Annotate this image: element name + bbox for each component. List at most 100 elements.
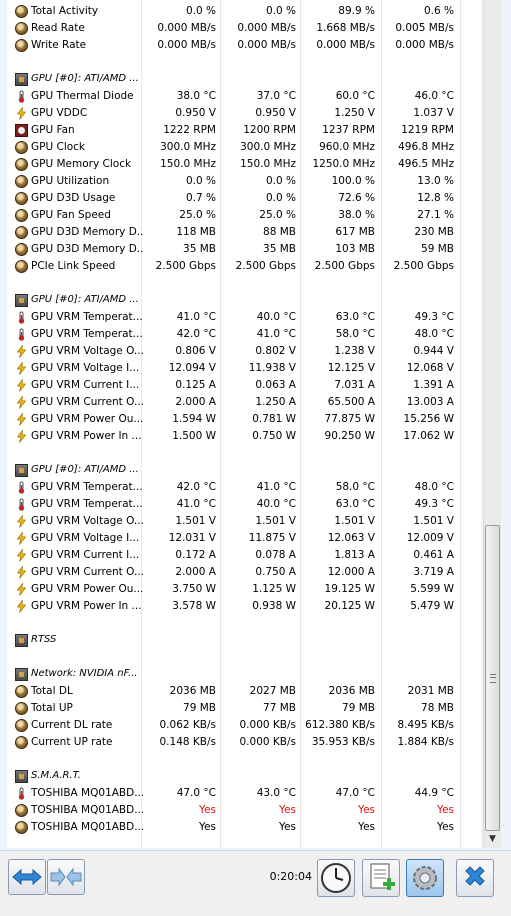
sensor-name: GPU VDDC bbox=[31, 107, 88, 119]
sensor-value: 1.668 MB/s bbox=[316, 22, 375, 34]
sensor-row[interactable]: GPU VRM Voltage O... 0.806 V 0.802 V 1.238 … bbox=[7, 343, 481, 360]
thermometer-icon bbox=[15, 311, 28, 324]
lightning-icon bbox=[15, 565, 28, 579]
sensor-row[interactable]: TOSHIBA MQ01ABD... Yes Yes Yes Yes bbox=[7, 819, 481, 836]
close-button[interactable] bbox=[456, 859, 494, 897]
sensor-row[interactable]: GPU Fan Speed 25.0 % 25.0 % 38.0 % 27.1 % bbox=[7, 207, 481, 224]
lightning-icon bbox=[15, 548, 28, 562]
sensor-list[interactable]: Total Activity 0.0 % 0.0 % 89.9 % 0.6 % Read … bbox=[7, 0, 481, 848]
close-icon bbox=[465, 866, 485, 886]
sensor-value: 1.125 W bbox=[252, 583, 296, 595]
sensor-row[interactable]: Current DL rate 0.062 KB/s 0.000 KB/s 612.3… bbox=[7, 717, 481, 734]
sensor-group-header[interactable]: GPU [#0]: ATI/AMD ... bbox=[7, 462, 481, 479]
sensor-row[interactable]: GPU VRM Temperat... 42.0 °C 41.0 °C 58.0 °C… bbox=[7, 479, 481, 496]
sensor-disc-icon bbox=[15, 22, 28, 35]
sensor-value: 44.9 °C bbox=[414, 787, 454, 799]
lightning-icon bbox=[15, 582, 28, 596]
sensor-name: Write Rate bbox=[31, 39, 87, 51]
sensor-row[interactable]: GPU VRM Temperat... 42.0 °C 41.0 °C 58.0 °C… bbox=[7, 326, 481, 343]
sensor-row[interactable]: TOSHIBA MQ01ABD... 47.0 °C 43.0 °C 47.0 °C 4… bbox=[7, 785, 481, 802]
sensor-row[interactable]: PCIe Link Speed 2.500 Gbps 2.500 Gbps 2.500… bbox=[7, 258, 481, 275]
sensor-value: 300.0 MHz bbox=[240, 141, 296, 153]
sensor-value: 0.062 KB/s bbox=[159, 719, 217, 731]
sensor-group-header[interactable]: RTSS bbox=[7, 632, 481, 649]
sensor-row[interactable]: GPU Thermal Diode 38.0 °C 37.0 °C 60.0 °C 46… bbox=[7, 88, 481, 105]
sensor-group-header[interactable]: Network: NVIDIA nF... bbox=[7, 666, 481, 683]
elapsed-timer: 0:20:04 bbox=[269, 870, 312, 883]
sensor-row[interactable]: GPU Fan 1222 RPM 1200 RPM 1237 RPM 1219 RPM bbox=[7, 122, 481, 139]
sensor-value: Yes bbox=[437, 804, 454, 816]
sensor-name: GPU VRM Voltage I... bbox=[31, 532, 140, 544]
scroll-down-arrow-icon[interactable]: ▼ bbox=[485, 832, 500, 847]
sensor-name: GPU VRM Power Ou... bbox=[31, 413, 143, 425]
sensor-row[interactable]: GPU VRM Power Ou... 1.594 W 0.781 W 77.875 … bbox=[7, 411, 481, 428]
sensor-row[interactable]: GPU VRM Power In ... 3.578 W 0.938 W 20.125… bbox=[7, 598, 481, 615]
sensor-row[interactable]: GPU VRM Power In ... 1.500 W 0.750 W 90.250… bbox=[7, 428, 481, 445]
sensor-row[interactable]: Current UP rate 0.148 KB/s 0.000 KB/s 35.95… bbox=[7, 734, 481, 751]
sensor-value: 1.250 A bbox=[255, 396, 296, 408]
sensor-row[interactable]: GPU D3D Memory D... 118 MB 88 MB 617 MB 230 … bbox=[7, 224, 481, 241]
sensor-value: Yes bbox=[358, 821, 375, 833]
sensor-row[interactable]: GPU Memory Clock 150.0 MHz 150.0 MHz 1250.0… bbox=[7, 156, 481, 173]
sensor-value: 20.125 W bbox=[324, 600, 375, 612]
sensor-value: 1.501 V bbox=[413, 515, 454, 527]
sensor-row[interactable]: GPU VRM Power Ou... 3.750 W 1.125 W 19.125 … bbox=[7, 581, 481, 598]
sensor-name: GPU Thermal Diode bbox=[31, 90, 134, 102]
sensor-name: PCIe Link Speed bbox=[31, 260, 116, 272]
sensor-row[interactable]: GPU VRM Voltage O... 1.501 V 1.501 V 1.501 … bbox=[7, 513, 481, 530]
vertical-scrollbar[interactable]: ▼ bbox=[483, 0, 501, 848]
sensor-group-header[interactable]: GPU [#0]: ATI/AMD ... bbox=[7, 292, 481, 309]
sensor-value: 41.0 °C bbox=[256, 328, 296, 340]
sensor-row[interactable]: Total Activity 0.0 % 0.0 % 89.9 % 0.6 % bbox=[7, 3, 481, 20]
sensor-value: 0.950 V bbox=[255, 107, 296, 119]
sensor-row[interactable]: GPU D3D Usage 0.7 % 0.0 % 72.6 % 12.8 % bbox=[7, 190, 481, 207]
sensor-value: 2.500 Gbps bbox=[155, 260, 216, 272]
sensor-value: 12.063 V bbox=[327, 532, 375, 544]
sensor-group-header[interactable]: GPU [#0]: ATI/AMD ... bbox=[7, 71, 481, 88]
sensor-disc-icon bbox=[15, 141, 28, 154]
scrollbar-thumb[interactable] bbox=[485, 525, 500, 831]
sensor-group-header[interactable]: S.M.A.R.T. bbox=[7, 768, 481, 785]
thermometer-icon bbox=[15, 787, 28, 800]
sensor-row[interactable]: GPU VRM Current I... 0.172 A 0.078 A 1.813 … bbox=[7, 547, 481, 564]
sensor-row[interactable]: Read Rate 0.000 MB/s 0.000 MB/s 1.668 MB/s 0… bbox=[7, 20, 481, 37]
sensor-value: 8.495 KB/s bbox=[397, 719, 455, 731]
sensor-row[interactable]: GPU VRM Current O... 2.000 A 0.750 A 12.000… bbox=[7, 564, 481, 581]
settings-button[interactable] bbox=[406, 859, 444, 897]
sensor-row[interactable]: Total UP 79 MB 77 MB 79 MB 78 MB bbox=[7, 700, 481, 717]
sensor-disc-icon bbox=[15, 243, 28, 256]
collapse-columns-button[interactable] bbox=[47, 859, 85, 895]
sensor-name: GPU VRM Voltage I... bbox=[31, 362, 140, 374]
sensor-row[interactable]: Write Rate 0.000 MB/s 0.000 MB/s 0.000 MB/s… bbox=[7, 37, 481, 54]
reset-timer-button[interactable] bbox=[317, 859, 355, 897]
sensor-row[interactable]: TOSHIBA MQ01ABD... Yes Yes Yes Yes bbox=[7, 802, 481, 819]
sensor-value: 0.750 W bbox=[252, 430, 296, 442]
sensor-row[interactable]: GPU VDDC 0.950 V 0.950 V 1.250 V 1.037 V bbox=[7, 105, 481, 122]
sensor-name: GPU D3D Memory D... bbox=[31, 243, 143, 255]
sensor-row[interactable]: GPU VRM Voltage I... 12.031 V 11.875 V 12.0… bbox=[7, 530, 481, 547]
group-label: Network: NVIDIA nF... bbox=[31, 668, 138, 679]
sensor-name: GPU VRM Power In ... bbox=[31, 600, 142, 612]
sensor-row[interactable]: GPU VRM Temperat... 41.0 °C 40.0 °C 63.0 °C… bbox=[7, 496, 481, 513]
sensor-row[interactable]: GPU Clock 300.0 MHz 300.0 MHz 960.0 MHz 496.… bbox=[7, 139, 481, 156]
sensor-value: 0.938 W bbox=[252, 600, 296, 612]
sensor-value: 103 MB bbox=[335, 243, 375, 255]
sensor-row[interactable]: GPU Utilization 0.0 % 0.0 % 100.0 % 13.0 % bbox=[7, 173, 481, 190]
sensor-disc-icon bbox=[15, 260, 28, 273]
sensor-row[interactable]: GPU VRM Current O... 2.000 A 1.250 A 65.500… bbox=[7, 394, 481, 411]
sensor-name: GPU D3D Memory D... bbox=[31, 226, 143, 238]
sensor-value: 12.8 % bbox=[417, 192, 454, 204]
sensor-value: 0.148 KB/s bbox=[159, 736, 217, 748]
sensor-value: 72.6 % bbox=[338, 192, 375, 204]
sensor-value: 78 MB bbox=[421, 702, 454, 714]
lightning-icon bbox=[15, 106, 28, 120]
sensor-row[interactable]: GPU VRM Voltage I... 12.094 V 11.938 V 12.1… bbox=[7, 360, 481, 377]
expand-columns-button[interactable] bbox=[8, 859, 46, 895]
sensor-row[interactable]: GPU VRM Current I... 0.125 A 0.063 A 7.031 … bbox=[7, 377, 481, 394]
sensor-row[interactable]: Total DL 2036 MB 2027 MB 2036 MB 2031 MB bbox=[7, 683, 481, 700]
sensor-row[interactable]: GPU D3D Memory D... 35 MB 35 MB 103 MB 59 MB bbox=[7, 241, 481, 258]
logging-button[interactable] bbox=[362, 859, 400, 897]
sensor-value: 13.0 % bbox=[417, 175, 454, 187]
sensor-row[interactable]: GPU VRM Temperat... 41.0 °C 40.0 °C 63.0 °C… bbox=[7, 309, 481, 326]
sensor-disc-icon bbox=[15, 226, 28, 239]
